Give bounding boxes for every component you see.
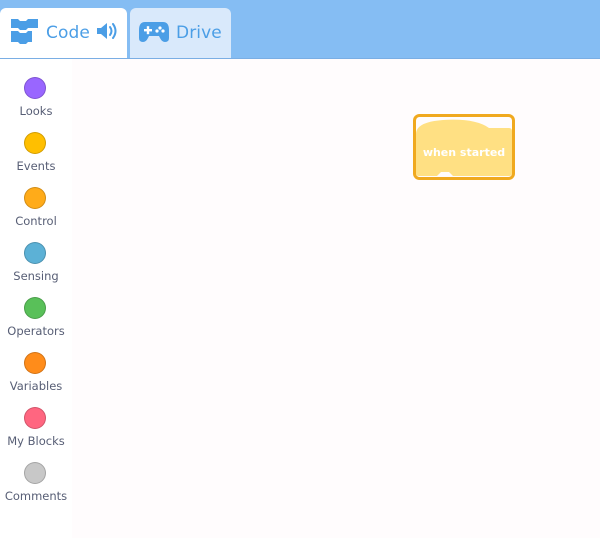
events-color-dot bbox=[24, 132, 46, 154]
code-blocks-icon bbox=[10, 17, 40, 49]
tab-bar: Code Drive bbox=[0, 0, 600, 59]
category-palette: Looks Events Control Sensing Operators V… bbox=[0, 59, 72, 538]
category-label: My Blocks bbox=[7, 434, 65, 448]
operators-color-dot bbox=[24, 297, 46, 319]
sensing-color-dot bbox=[24, 242, 46, 264]
variables-color-dot bbox=[24, 352, 46, 374]
category-operators[interactable]: Operators bbox=[0, 287, 72, 338]
tab-code[interactable]: Code bbox=[0, 8, 127, 58]
block-label: when started bbox=[422, 146, 506, 159]
category-label: Events bbox=[16, 159, 56, 173]
category-label: Operators bbox=[7, 324, 65, 338]
looks-color-dot bbox=[24, 77, 46, 99]
tab-drive-label: Drive bbox=[176, 23, 222, 43]
code-workspace[interactable] bbox=[72, 59, 600, 538]
category-label: Sensing bbox=[13, 269, 59, 283]
category-events[interactable]: Events bbox=[0, 122, 72, 173]
tab-drive[interactable]: Drive bbox=[130, 8, 231, 58]
control-color-dot bbox=[24, 187, 46, 209]
category-label: Looks bbox=[19, 104, 53, 118]
category-variables[interactable]: Variables bbox=[0, 342, 72, 393]
gamepad-icon bbox=[138, 19, 170, 47]
my-blocks-color-dot bbox=[24, 407, 46, 429]
comments-color-dot bbox=[24, 462, 46, 484]
when-started-block[interactable]: when started bbox=[413, 114, 515, 180]
category-comments[interactable]: Comments bbox=[0, 452, 72, 503]
tab-code-label: Code bbox=[46, 23, 90, 43]
category-my-blocks[interactable]: My Blocks bbox=[0, 397, 72, 448]
speaker-icon bbox=[96, 22, 118, 44]
category-label: Variables bbox=[9, 379, 63, 393]
app-window: Code Drive Looks Events Control Sensing … bbox=[0, 0, 600, 538]
category-label: Control bbox=[15, 214, 57, 228]
category-control[interactable]: Control bbox=[0, 177, 72, 228]
category-looks[interactable]: Looks bbox=[0, 67, 72, 118]
category-label: Comments bbox=[4, 489, 68, 503]
category-sensing[interactable]: Sensing bbox=[0, 232, 72, 283]
